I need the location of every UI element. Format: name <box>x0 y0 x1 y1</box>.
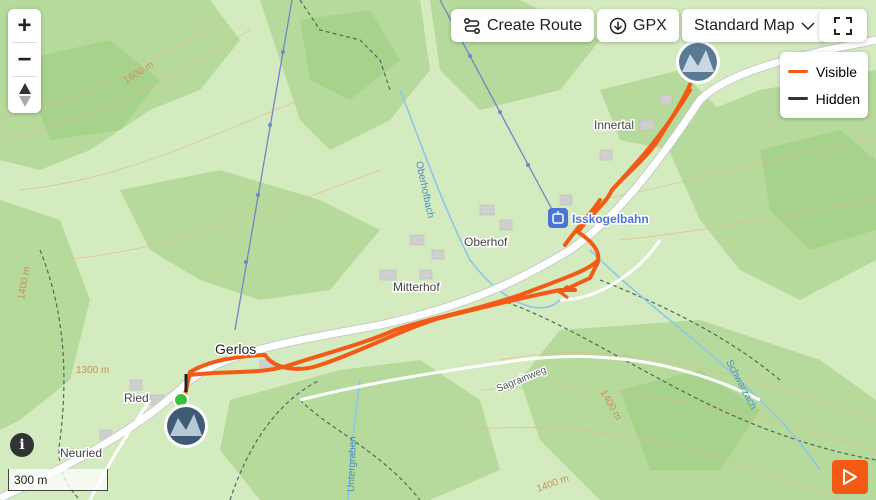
place-label-gerlos: Gerlos <box>215 341 256 357</box>
scale-label: 300 m <box>14 473 48 487</box>
map-style-dropdown[interactable]: Standard Map <box>682 9 827 42</box>
place-label-mitterhof: Mitterhof <box>393 280 440 294</box>
download-icon <box>609 17 627 34</box>
gpx-label: GPX <box>633 16 667 34</box>
photo-marker-start[interactable] <box>164 404 208 448</box>
info-button[interactable]: i <box>10 433 34 457</box>
create-route-button[interactable]: Create Route <box>451 9 595 42</box>
legend-item-visible[interactable]: Visible <box>788 58 860 85</box>
route-legend: Visible Hidden <box>780 52 868 118</box>
legend-item-hidden[interactable]: Hidden <box>788 85 860 112</box>
map-style-label: Standard Map <box>694 16 795 34</box>
compass-reset-button[interactable] <box>8 77 41 113</box>
create-route-label: Create Route <box>487 16 583 34</box>
photo-marker-end[interactable] <box>676 40 720 84</box>
play-route-button[interactable] <box>832 460 868 494</box>
zoom-in-button[interactable]: + <box>8 9 41 42</box>
place-label-neuried: Neuried <box>60 446 102 460</box>
play-icon <box>843 469 857 485</box>
chevron-down-icon <box>800 21 815 30</box>
place-label-ried: Ried <box>124 391 149 405</box>
legend-label-visible: Visible <box>816 63 857 80</box>
gondola-station-icon[interactable] <box>548 208 568 228</box>
map-canvas[interactable]: Gerlos Ried Neuried Mitterhof Oberhof In… <box>0 0 876 500</box>
poi-label-isskogelbahn[interactable]: Isskogelbahn <box>571 211 651 228</box>
zoom-out-button[interactable]: − <box>8 43 41 76</box>
place-label-oberhof: Oberhof <box>464 235 508 249</box>
route-icon <box>463 17 481 34</box>
gpx-download-button[interactable]: GPX <box>597 9 679 42</box>
stream-label-untergraben: Untergraben <box>346 436 359 492</box>
fullscreen-button[interactable] <box>819 9 867 42</box>
legend-label-hidden: Hidden <box>815 90 860 107</box>
contour-label-1300: 1300 m <box>76 365 109 376</box>
fullscreen-icon <box>834 16 852 35</box>
legend-swatch-visible <box>788 70 808 73</box>
legend-swatch-hidden <box>788 97 808 100</box>
place-label-innertal: Innertal <box>594 118 634 132</box>
compass-icon <box>18 83 31 107</box>
scale-bar: 300 m <box>8 469 108 491</box>
zoom-controls: + − <box>8 9 41 113</box>
